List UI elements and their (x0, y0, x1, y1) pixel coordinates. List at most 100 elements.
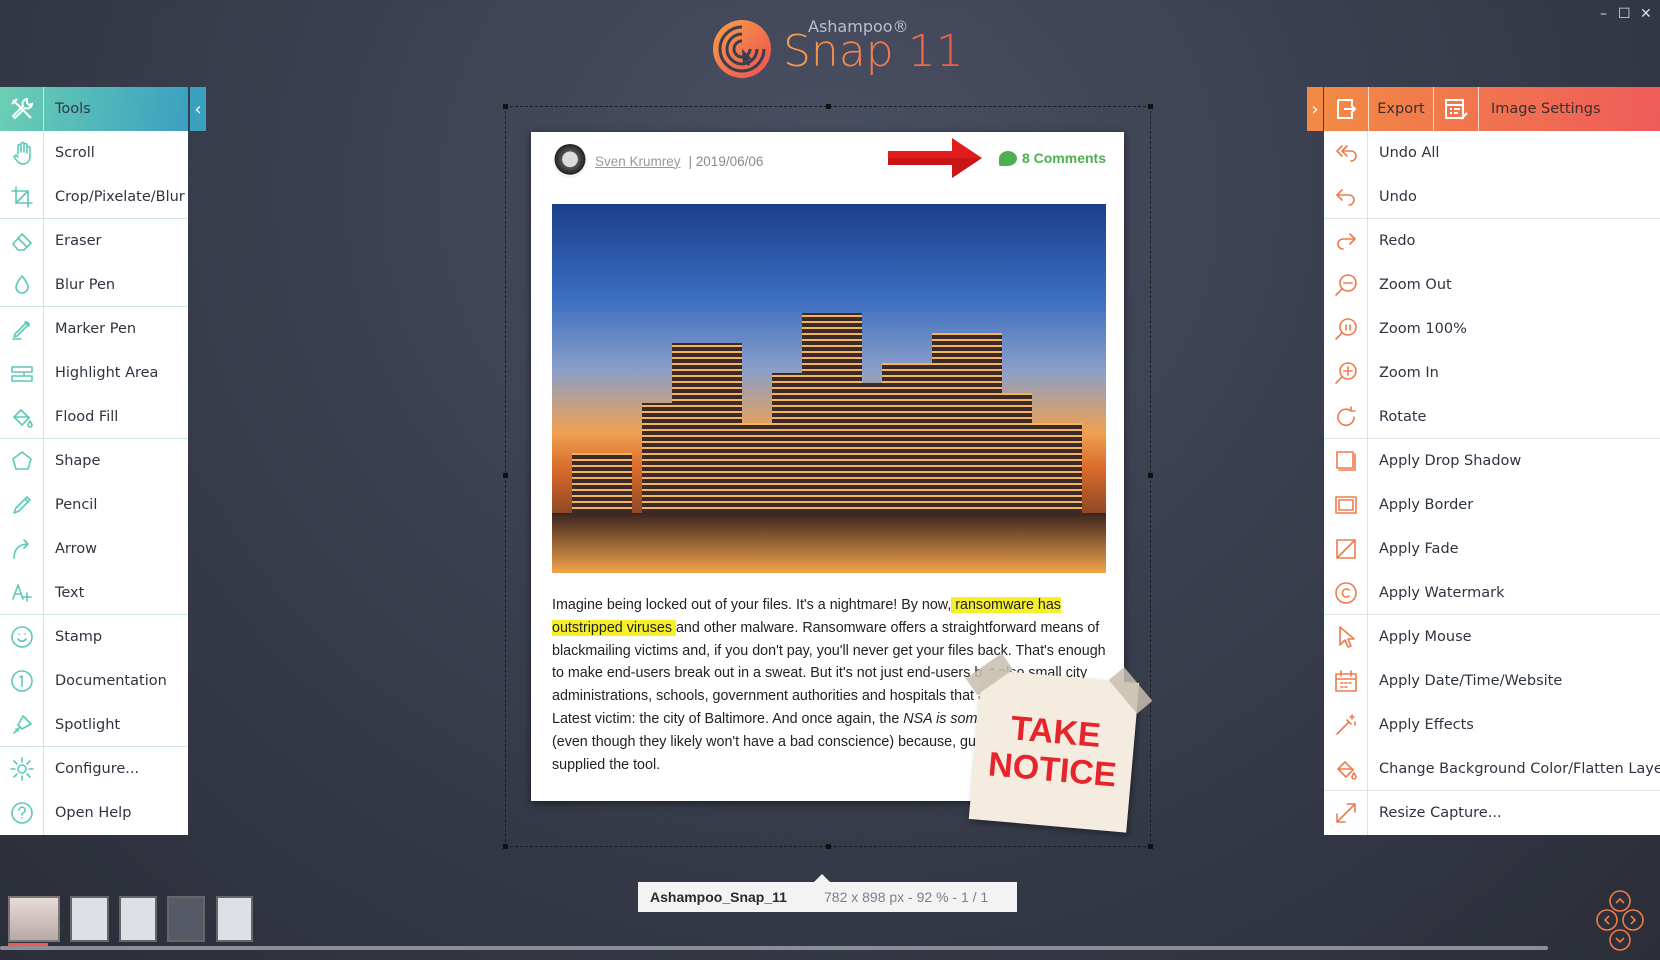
tool-item-shape[interactable]: Shape (0, 439, 188, 483)
action-item-change-background-color-flatten-layers[interactable]: Change Background Color/Flatten Layers (1324, 746, 1660, 791)
tool-item-label: Eraser (55, 233, 102, 249)
action-item-apply-border[interactable]: Apply Border (1324, 483, 1660, 527)
tool-item-eraser[interactable]: Eraser (0, 219, 188, 263)
tool-item-blur-pen[interactable]: Blur Pen (0, 262, 188, 307)
tools-panel: Tools Scroll Crop/Pixelate/Blur Eraser Blur… (0, 87, 188, 835)
article-text-part: supplied the tool. (552, 756, 661, 773)
red-arrow-annotation[interactable] (888, 138, 984, 178)
thumbnail[interactable] (119, 896, 157, 942)
action-item-apply-watermark[interactable]: Apply Watermark (1324, 570, 1660, 615)
tools-header[interactable]: Tools (0, 87, 188, 131)
tool-item-label: Documentation (55, 673, 167, 689)
resize-handle[interactable] (1148, 844, 1153, 849)
export-button[interactable] (1324, 87, 1369, 131)
product-name: Snap 11 (783, 26, 964, 77)
collapse-tools-button[interactable]: ‹ (190, 87, 206, 131)
avatar (553, 144, 587, 178)
tool-item-configure[interactable]: Configure... (0, 747, 188, 791)
drop-icon (0, 262, 44, 307)
fade-icon (1324, 527, 1368, 571)
tool-item-open-help[interactable]: Open Help (0, 791, 188, 835)
image-settings-tab[interactable]: Image Settings (1479, 101, 1601, 117)
thumbnail-scrollbar[interactable] (0, 946, 1548, 950)
spotlight-icon (0, 702, 44, 747)
undo-icon (1324, 174, 1368, 219)
navigation-pad-icon[interactable] (1596, 890, 1644, 952)
resize-handle[interactable] (826, 844, 831, 849)
action-item-zoom-out[interactable]: Zoom Out (1324, 263, 1660, 307)
copyright-icon (1324, 570, 1368, 615)
tool-item-stamp[interactable]: Stamp (0, 615, 188, 659)
tool-item-label: Flood Fill (55, 408, 119, 425)
tool-item-arrow[interactable]: Arrow (0, 527, 188, 571)
action-item-apply-drop-shadow[interactable]: Apply Drop Shadow (1324, 439, 1660, 483)
action-item-apply-effects[interactable]: Apply Effects (1324, 703, 1660, 747)
action-item-undo[interactable]: Undo (1324, 174, 1660, 219)
tools-header-label: Tools (55, 101, 91, 117)
action-item-zoom-in[interactable]: Zoom In (1324, 351, 1660, 395)
resize-handle[interactable] (1148, 473, 1153, 478)
tool-item-label: Arrow (55, 541, 97, 557)
tool-item-scroll[interactable]: Scroll (0, 131, 188, 175)
image-settings-panel: Undo All Undo Redo Zoom Out Zoom 100% Zoom In… (1324, 131, 1660, 835)
tool-item-flood-fill[interactable]: Flood Fill (0, 394, 188, 439)
calendar-icon (1324, 659, 1368, 703)
minimize-button[interactable]: – (1600, 6, 1607, 22)
action-item-redo[interactable]: Redo (1324, 219, 1660, 263)
action-item-rotate[interactable]: Rotate (1324, 394, 1660, 439)
export-header: Export Image Settings (1324, 87, 1660, 131)
marker-icon (0, 307, 44, 351)
tools-icon (0, 87, 44, 131)
help-icon (0, 791, 44, 835)
tool-item-label: Configure... (55, 761, 140, 777)
resize-handle[interactable] (1148, 104, 1153, 109)
thumbnail[interactable] (216, 896, 253, 942)
article-text-part: Imagine being locked out of your files. … (552, 597, 952, 613)
tool-item-label: Text (55, 584, 85, 601)
tool-item-marker-pen[interactable]: Marker Pen (0, 307, 188, 351)
tool-item-label: Spotlight (55, 716, 121, 733)
tool-item-label: Blur Pen (55, 276, 116, 293)
thumbnail[interactable] (167, 896, 205, 942)
tool-item-spotlight[interactable]: Spotlight (0, 702, 188, 747)
resize-handle[interactable] (826, 104, 831, 109)
export-tab[interactable]: Export (1369, 87, 1434, 131)
zoom-100-icon (1324, 307, 1368, 351)
fill-icon (1324, 746, 1368, 791)
resize-handle[interactable] (503, 844, 508, 849)
image-settings-button[interactable] (1434, 87, 1479, 131)
action-item-apply-fade[interactable]: Apply Fade (1324, 527, 1660, 571)
capture-info-tooltip: Ashampoo_Snap_11 782 x 898 px - 92 % - 1… (638, 874, 1017, 912)
thumbnail[interactable] (70, 896, 109, 942)
action-item-label: Resize Capture... (1379, 805, 1502, 821)
border-icon (1324, 483, 1368, 527)
action-item-label: Apply Date/Time/Website (1379, 673, 1563, 689)
action-item-label: Zoom Out (1379, 277, 1452, 293)
tool-item-text[interactable]: Text (0, 570, 188, 615)
article-text-part: (even though they likely won't have a ba… (552, 733, 992, 750)
resize-handle[interactable] (503, 473, 508, 478)
comments-link: 8 Comments (998, 150, 1106, 166)
action-item-resize-capture[interactable]: Resize Capture... (1324, 791, 1660, 835)
thumbnail-active[interactable] (8, 896, 60, 942)
action-item-undo-all[interactable]: Undo All (1324, 131, 1660, 175)
action-item-apply-mouse[interactable]: Apply Mouse (1324, 615, 1660, 659)
action-item-apply-date-time-website[interactable]: Apply Date/Time/Website (1324, 659, 1660, 703)
action-item-label: Change Background Color/Flatten Layers (1379, 760, 1660, 777)
resize-handle[interactable] (503, 104, 508, 109)
tool-item-highlight-area[interactable]: Highlight Area (0, 351, 188, 395)
undo-all-icon (1324, 131, 1368, 175)
eraser-icon (0, 219, 44, 263)
tool-item-label: Highlight Area (55, 365, 159, 381)
tool-item-crop-pixelate-blur[interactable]: Crop/Pixelate/Blur (0, 174, 188, 219)
collapse-export-button[interactable]: › (1307, 87, 1323, 131)
export-icon (1337, 99, 1357, 119)
take-notice-stamp[interactable]: TAKE NOTICE (965, 653, 1153, 833)
action-item-zoom-100[interactable]: Zoom 100% (1324, 307, 1660, 351)
tool-item-documentation[interactable]: Documentation (0, 659, 188, 703)
tool-item-pencil[interactable]: Pencil (0, 483, 188, 527)
maximize-button[interactable]: ☐ (1618, 6, 1631, 22)
close-button[interactable]: ✕ (1640, 6, 1652, 22)
city-skyline-photo (552, 204, 1106, 573)
tool-item-label: Open Help (55, 805, 132, 821)
